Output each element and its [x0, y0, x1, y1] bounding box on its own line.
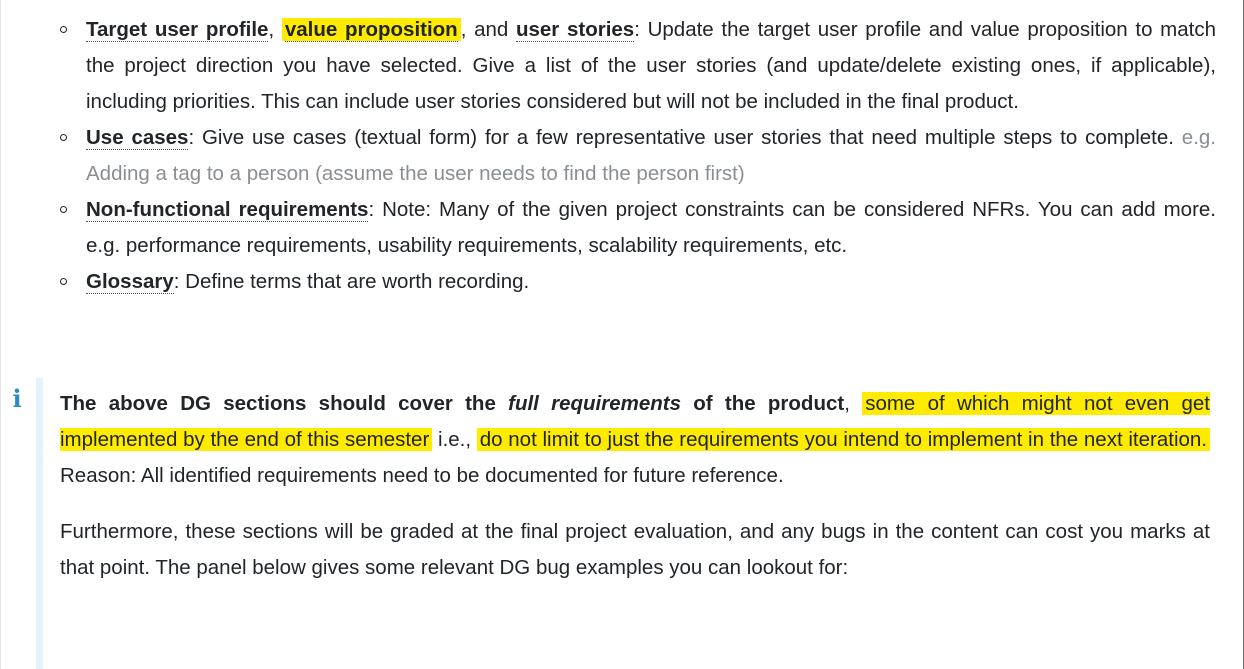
list-item: Glossary: Define terms that are worth re…	[56, 264, 1216, 300]
hollow-bullet-icon	[60, 278, 67, 285]
emphasis-text: full requirements	[508, 392, 682, 415]
tooltip-term-value-proposition[interactable]: value proposition	[284, 18, 458, 42]
tooltip-term-non-functional-requirements[interactable]: Non-functional requirements	[86, 198, 369, 222]
static-text: : Define terms that are worth recording.	[173, 270, 530, 293]
tooltip-term-target-user-profile[interactable]: Target user profile	[86, 18, 269, 42]
highlighted-text: do not limit to just the requirements yo…	[476, 428, 1210, 451]
callout-paragraph: The above DG sections should cover the f…	[60, 386, 1211, 494]
static-text: , and	[460, 18, 516, 41]
static-text: Furthermore, these sections will be grad…	[60, 520, 1210, 579]
list-item: Use cases: Give use cases (textual form)…	[56, 120, 1216, 192]
tooltip-term-use-cases[interactable]: Use cases	[86, 126, 189, 150]
hollow-bullet-icon	[60, 26, 67, 33]
tooltip-term-glossary[interactable]: Glossary	[86, 270, 174, 294]
callout-paragraph: Furthermore, these sections will be grad…	[60, 514, 1210, 586]
bold-text: The above DG sections should cover the	[60, 392, 509, 415]
list-item: Target user profile, value proposition, …	[56, 12, 1216, 120]
hollow-bullet-icon	[60, 134, 67, 141]
callout-body: The above DG sections should cover the f…	[60, 386, 1211, 606]
callout-accent-bar	[36, 378, 43, 669]
static-text: Reason: All identified requirements need…	[60, 464, 784, 487]
hollow-bullet-icon	[60, 206, 67, 213]
requirements-bullet-list: Target user profile, value proposition, …	[56, 12, 1216, 300]
bold-text: of the product	[681, 392, 845, 415]
list-item: Non-functional requirements: Note: Many …	[56, 192, 1216, 264]
static-text: ,	[844, 392, 863, 415]
static-text: : Give use cases (textual form) for a fe…	[188, 126, 1182, 149]
static-text: i.e.,	[432, 428, 477, 451]
static-text: ,	[268, 18, 282, 41]
info-icon: i	[12, 384, 22, 413]
tooltip-term-user-stories[interactable]: user stories	[515, 18, 635, 42]
info-callout: i The above DG sections should cover the…	[12, 378, 1216, 669]
